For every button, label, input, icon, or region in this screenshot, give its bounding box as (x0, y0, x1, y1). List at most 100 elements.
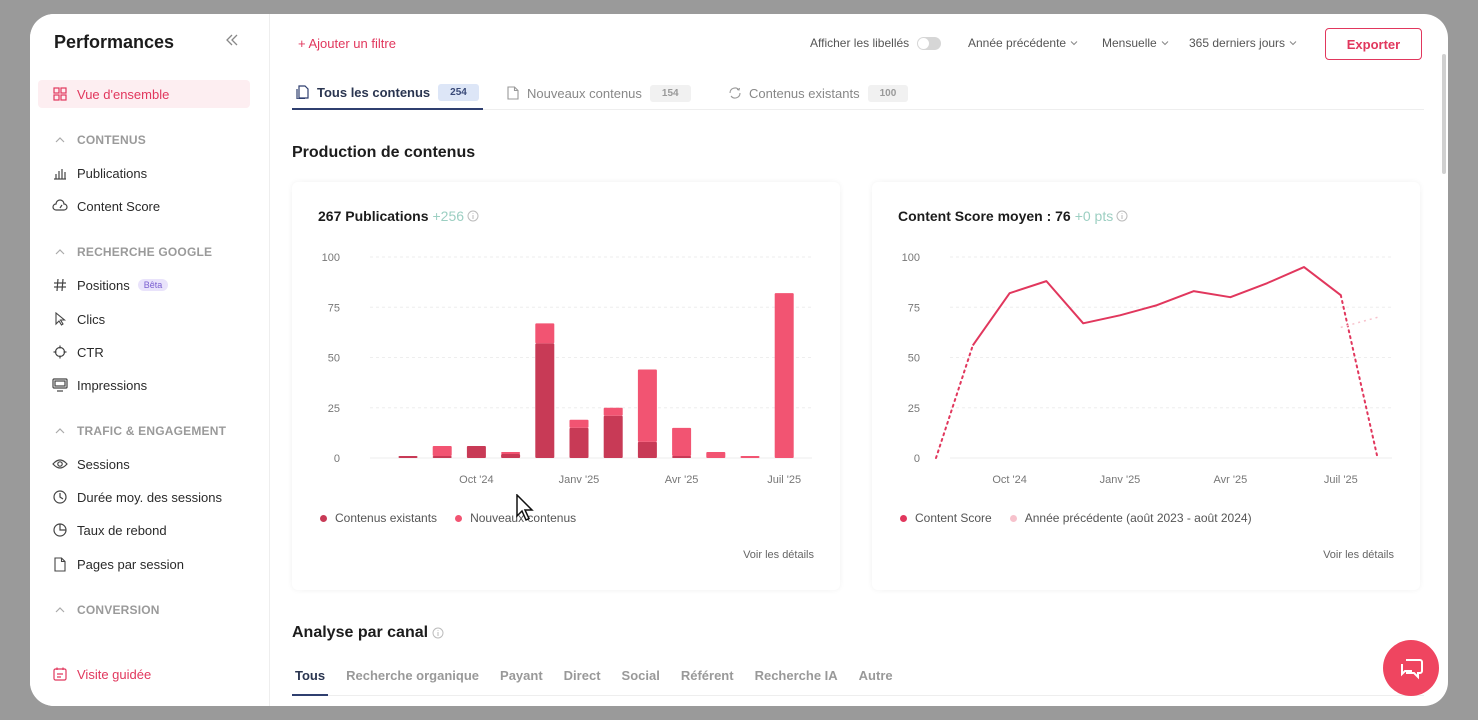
section-recherche-google[interactable]: RECHERCHE GOOGLE (54, 244, 212, 260)
chat-button[interactable] (1383, 640, 1439, 696)
channel-section-title: Analyse par canal (292, 624, 444, 642)
app-window: Performances Vue d'ensemble CONTENUS Pub… (30, 14, 1448, 706)
bar-segment (637, 441, 657, 458)
bar-segment (672, 455, 692, 458)
section-label: CONTENUS (77, 133, 146, 147)
bar-segment (706, 451, 726, 458)
x-tick-label: Janv '25 (1100, 474, 1141, 486)
sidebar-item-label: Impressions (77, 377, 148, 393)
y-tick-label: 75 (328, 302, 340, 314)
production-section-title: Production de contenus (292, 144, 476, 161)
granularity-select[interactable]: Mensuelle (1102, 36, 1169, 50)
sidebar-item-label: Pages par session (77, 556, 184, 572)
period-value: 365 derniers jours (1189, 36, 1286, 50)
channel-tab-organic[interactable]: Recherche organique (343, 664, 482, 696)
details-link[interactable]: Voir les détails (1323, 549, 1394, 561)
add-filter-button[interactable]: + Ajouter un filtre (298, 36, 396, 51)
publications-card: 267 Publications +256 0 25 50 75 100 Oct '24 J… (292, 182, 840, 590)
tab-all-contents[interactable]: Tous les contenus 254 (292, 76, 483, 110)
channel-tab-ai-search[interactable]: Recherche IA (752, 664, 841, 696)
granularity-value: Mensuelle (1102, 36, 1157, 50)
bar-segment (501, 453, 521, 458)
channel-tab-other[interactable]: Autre (856, 664, 896, 696)
channel-tab-direct[interactable]: Direct (561, 664, 604, 696)
bar-chart-icon (52, 165, 68, 181)
y-tick-label: 25 (908, 403, 920, 415)
crosshair-icon (52, 344, 68, 360)
monitor-icon (52, 377, 68, 393)
sidebar-item-label: Positions (77, 277, 130, 293)
sidebar-item-sessions[interactable]: Sessions (52, 454, 130, 474)
info-icon[interactable] (467, 210, 479, 222)
y-tick-label: 50 (328, 353, 340, 365)
section-conversion[interactable]: CONVERSION (54, 602, 160, 618)
guided-tour-link[interactable]: Visite guidée (52, 664, 151, 684)
eye-icon (52, 456, 68, 472)
tab-existing-contents[interactable]: Contenus existants 100 (728, 76, 909, 110)
sidebar-item-positions[interactable]: Positions Bêta (52, 275, 169, 295)
x-tick-label: Juil '25 (767, 474, 801, 486)
publications-delta: +256 (432, 208, 465, 224)
content-score-line (971, 266, 1342, 347)
section-contenus[interactable]: CONTENUS (54, 132, 146, 148)
bar-segment (535, 343, 555, 458)
x-tick-label: Janv '25 (559, 474, 600, 486)
x-tick-label: Avr '25 (1214, 474, 1248, 486)
chevron-up-icon (55, 249, 65, 255)
export-button[interactable]: Exporter (1325, 28, 1422, 60)
legend-existing: Contenus existants (320, 511, 437, 525)
sidebar-item-label: Content Score (77, 198, 161, 214)
x-tick-label: Oct '24 (459, 474, 494, 486)
section-label: TRAFIC & ENGAGEMENT (77, 424, 227, 438)
channel-tab-social[interactable]: Social (619, 664, 663, 696)
sidebar-item-pages[interactable]: Pages par session (52, 554, 184, 574)
sidebar-item-duree[interactable]: Durée moy. des sessions (52, 487, 222, 507)
section-trafic[interactable]: TRAFIC & ENGAGEMENT (54, 423, 226, 439)
content-score-line-chart: 0 25 50 75 100 Oct '24 Janv '25 Avr '25 Juil '25 (902, 252, 1392, 486)
sidebar-item-impressions[interactable]: Impressions (52, 375, 147, 395)
chevron-up-icon (55, 607, 65, 613)
bar-segment (637, 369, 657, 442)
y-tick-label: 25 (328, 403, 340, 415)
sidebar-item-label: Publications (77, 165, 148, 181)
documents-icon (296, 85, 309, 99)
bar-segment (398, 455, 418, 458)
sidebar-item-clics[interactable]: Clics (52, 309, 105, 329)
sidebar-item-content-score[interactable]: Content Score (52, 196, 160, 216)
collapse-sidebar-icon[interactable] (224, 32, 240, 48)
sidebar-item-ctr[interactable]: CTR (52, 342, 104, 362)
bar-segment (432, 455, 452, 458)
document-icon (507, 86, 519, 100)
channel-tab-paid[interactable]: Payant (497, 664, 546, 696)
page-title: Performances (54, 32, 175, 52)
sidebar: Performances Vue d'ensemble CONTENUS Pub… (30, 14, 270, 706)
info-icon[interactable] (1116, 210, 1128, 222)
y-tick-label: 0 (334, 453, 340, 465)
comparison-value: Année précédente (968, 36, 1067, 50)
sidebar-item-publications[interactable]: Publications (52, 163, 147, 183)
tab-new-contents[interactable]: Nouveaux contenus 154 (506, 76, 691, 110)
x-tick-label: Avr '25 (665, 474, 699, 486)
comparison-select[interactable]: Année précédente (968, 36, 1078, 50)
chat-icon (1401, 659, 1423, 680)
sidebar-item-rebond[interactable]: Taux de rebond (52, 520, 167, 540)
legend-previous-year: Année précédente (août 2023 - août 2024) (1009, 511, 1252, 525)
channel-tab-referral[interactable]: Référent (678, 664, 737, 696)
details-link[interactable]: Voir les détails (743, 549, 814, 561)
tab-count: 254 (438, 83, 479, 101)
show-labels-toggle[interactable]: Afficher les libellés (810, 36, 942, 50)
scrollbar[interactable] (1442, 54, 1446, 174)
info-icon[interactable] (432, 627, 444, 639)
sidebar-item-label: Sessions (77, 456, 130, 472)
bar-segment (603, 407, 623, 416)
line-segment-partial (1339, 294, 1379, 459)
y-tick-label: 100 (322, 252, 340, 264)
period-select[interactable]: 365 derniers jours (1189, 36, 1297, 50)
chevron-down-icon (1070, 41, 1078, 46)
section-label: RECHERCHE GOOGLE (77, 245, 213, 259)
refresh-icon (729, 87, 741, 99)
channel-tab-all[interactable]: Tous (292, 664, 329, 696)
sidebar-item-label: Taux de rebond (77, 522, 167, 538)
toggle-switch[interactable] (917, 36, 942, 50)
sidebar-item-overview[interactable]: Vue d'ensemble (52, 84, 169, 104)
